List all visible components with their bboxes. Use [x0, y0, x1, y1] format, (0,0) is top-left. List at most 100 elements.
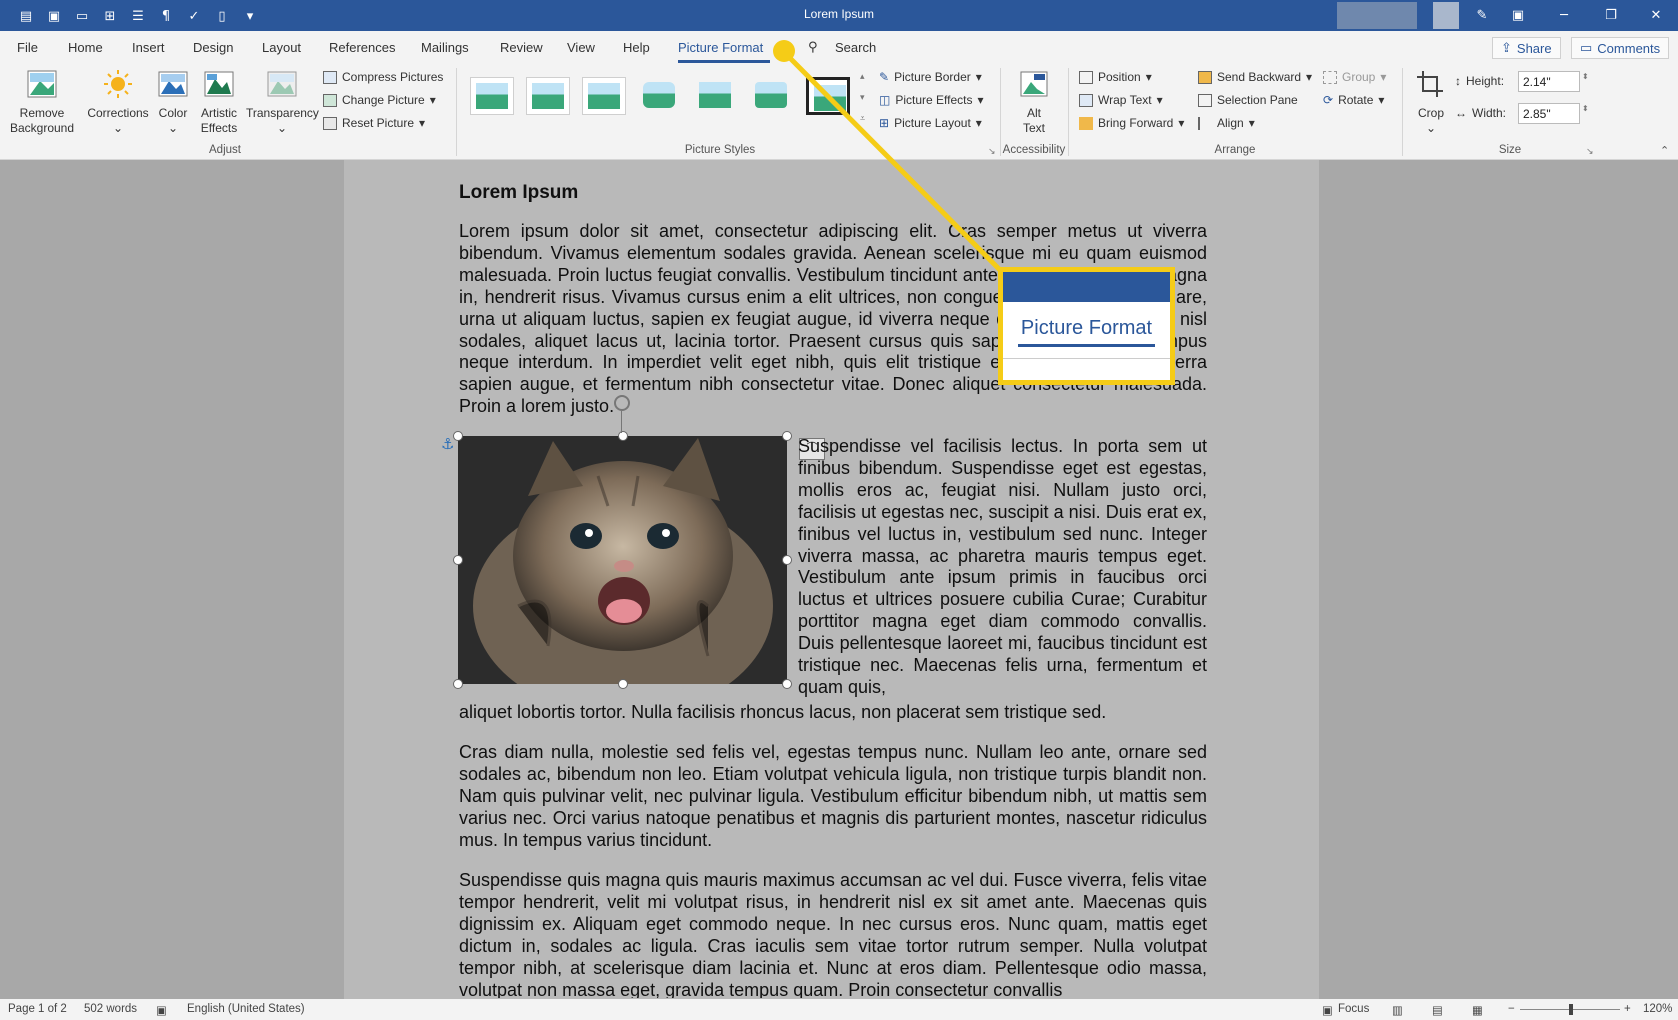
resize-handle[interactable] [782, 555, 792, 565]
alt-text-button[interactable]: Alt Text [1009, 69, 1059, 136]
tab-file[interactable]: File [17, 40, 38, 55]
corrections-dropdown-icon: ⌄ [112, 121, 124, 135]
group-label: Group [1342, 70, 1376, 84]
resize-handle[interactable] [453, 555, 463, 565]
width-input[interactable]: 2.85" [1518, 103, 1580, 124]
tab-design[interactable]: Design [193, 40, 233, 55]
picture-style-1[interactable] [470, 77, 514, 115]
tab-references[interactable]: References [329, 40, 395, 55]
collapse-ribbon-icon[interactable]: ⌃ [1660, 144, 1669, 157]
artistic-effects-button[interactable]: Artistic Effects [194, 69, 244, 136]
proofing-icon[interactable]: ▣ [156, 1003, 167, 1017]
picture-effects-button[interactable]: ◫ Picture Effects ▾ [879, 93, 984, 107]
tab-picture-format[interactable]: Picture Format [678, 40, 763, 55]
corrections-button[interactable]: Corrections ⌄ [84, 69, 152, 136]
zoom-level[interactable]: 120% [1643, 1003, 1672, 1015]
account-avatar[interactable] [1337, 2, 1417, 29]
wrap-text-button[interactable]: Wrap Text ▾ [1079, 93, 1163, 107]
print-layout-view-icon[interactable]: ▤ [1432, 1003, 1443, 1017]
compress-pictures-button[interactable]: Compress Pictures [323, 70, 443, 84]
group-button[interactable]: Group ▾ [1323, 70, 1386, 84]
resize-handle[interactable] [782, 679, 792, 689]
selection-pane-button[interactable]: Selection Pane [1198, 93, 1298, 107]
dialog-launcher-icon[interactable]: ↘ [988, 146, 996, 157]
reset-picture-button[interactable]: Reset Picture ▾ [323, 116, 425, 130]
bring-forward-label: Bring Forward [1098, 116, 1174, 130]
transparency-button[interactable]: Transparency ⌄ [246, 69, 319, 136]
close-icon[interactable]: ✕ [1636, 3, 1676, 27]
crop-button[interactable]: Crop ⌄ [1411, 69, 1451, 136]
size-dialog-launcher-icon[interactable]: ↘ [1586, 146, 1594, 157]
artistic-effects-label: Artistic [201, 106, 237, 120]
tab-mailings[interactable]: Mailings [421, 40, 469, 55]
style-preview [532, 83, 564, 109]
rotate-handle-icon[interactable] [614, 395, 630, 411]
crop-icon [1417, 71, 1443, 97]
restore-icon[interactable]: ❐ [1591, 3, 1631, 27]
zoom-slider-thumb[interactable] [1569, 1004, 1573, 1015]
position-button[interactable]: Position ▾ [1079, 70, 1152, 84]
read-mode-icon[interactable]: ▥ [1392, 1003, 1403, 1017]
picture-layout-label: Picture Layout [894, 116, 971, 130]
remove-background-button[interactable]: Remove Background [6, 69, 78, 136]
send-backward-button[interactable]: Send Backward ▾ [1198, 70, 1312, 84]
transparency-icon [267, 71, 297, 97]
rotate-button[interactable]: ⟳ Rotate ▾ [1323, 93, 1384, 107]
resize-handle[interactable] [618, 431, 628, 441]
picture-border-button[interactable]: ✎ Picture Border ▾ [879, 70, 982, 84]
align-label: Align [1217, 116, 1244, 130]
picture-style-6[interactable] [750, 77, 794, 115]
resize-handle[interactable] [453, 431, 463, 441]
remove-background-label: Remove [19, 106, 65, 120]
height-input[interactable]: 2.14" [1518, 71, 1580, 92]
gallery-scroll-down-icon[interactable]: ▾ [860, 92, 865, 103]
height-spinner-icon[interactable]: ⬍ [1582, 72, 1589, 81]
kitten-photo [458, 436, 787, 684]
color-icon [158, 71, 188, 97]
gallery-scroll-up-icon[interactable]: ▴ [860, 71, 865, 82]
gallery-more-icon[interactable]: ⩡ [860, 113, 865, 124]
picture-style-5[interactable] [694, 77, 738, 115]
resize-handle[interactable] [453, 679, 463, 689]
kitten-image[interactable] [458, 436, 787, 684]
search-box[interactable]: Search [835, 40, 876, 55]
alt-text-label: Alt [1026, 106, 1041, 120]
resize-handle[interactable] [618, 679, 628, 689]
compress-pictures-label: Compress Pictures [342, 70, 444, 84]
picture-style-7[interactable] [806, 77, 850, 115]
account-picture[interactable] [1433, 2, 1459, 29]
focus-mode-button[interactable]: Focus [1338, 1003, 1369, 1015]
share-button[interactable]: ⇪ Share [1492, 37, 1561, 59]
change-picture-button[interactable]: Change Picture ▾ [323, 93, 436, 107]
comments-button[interactable]: ▭ Comments [1571, 37, 1670, 59]
group-separator [1402, 68, 1403, 156]
change-picture-icon [323, 93, 337, 107]
tab-layout[interactable]: Layout [262, 40, 301, 55]
pen-icon[interactable]: ✎ [1462, 3, 1502, 27]
bring-forward-button[interactable]: Bring Forward ▾ [1079, 116, 1184, 130]
page-count[interactable]: Page 1 of 2 [8, 1003, 67, 1015]
picture-layout-button[interactable]: ⊞ Picture Layout ▾ [879, 116, 982, 130]
position-dropdown-icon: ▾ [1145, 70, 1152, 84]
picture-style-2[interactable] [526, 77, 570, 115]
tab-insert[interactable]: Insert [132, 40, 165, 55]
zoom-in-button[interactable]: + [1624, 1003, 1631, 1015]
tab-view[interactable]: View [567, 40, 595, 55]
width-spinner-icon[interactable]: ⬍ [1582, 104, 1589, 113]
paragraph-2-wrapped: Suspendisse vel facilisis lectus. In por… [798, 436, 1207, 697]
color-button[interactable]: Color ⌄ [153, 69, 193, 136]
picture-style-3[interactable] [582, 77, 626, 115]
word-count[interactable]: 502 words [84, 1003, 137, 1015]
tab-review[interactable]: Review [500, 40, 543, 55]
language-indicator[interactable]: English (United States) [187, 1003, 305, 1015]
ribbon-display-options-icon[interactable]: ▣ [1498, 3, 1538, 27]
search-icon: ⚲ [808, 40, 818, 55]
zoom-out-button[interactable]: − [1508, 1003, 1515, 1015]
align-button[interactable]: Align ▾ [1198, 116, 1255, 130]
minimize-icon[interactable]: ─ [1544, 3, 1584, 27]
tab-help[interactable]: Help [623, 40, 650, 55]
tab-home[interactable]: Home [68, 40, 103, 55]
picture-style-4[interactable] [638, 77, 682, 115]
web-layout-icon[interactable]: ▦ [1472, 1003, 1483, 1017]
resize-handle[interactable] [782, 431, 792, 441]
